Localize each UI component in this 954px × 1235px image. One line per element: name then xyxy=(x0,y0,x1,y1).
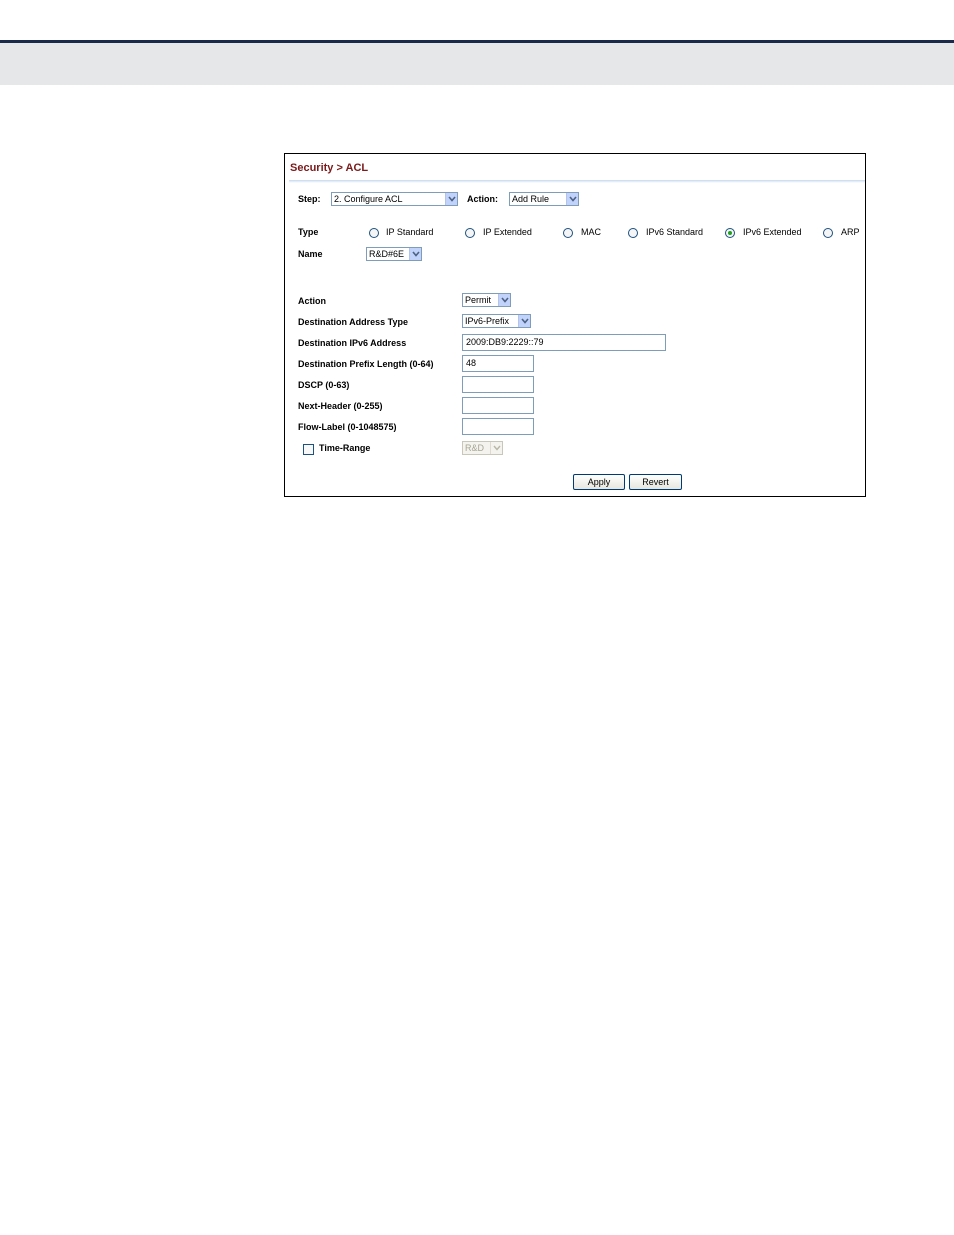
acl-panel: Security > ACL Step: 2. Configure ACL Ac… xyxy=(284,153,866,497)
step-select-value: 2. Configure ACL xyxy=(334,194,403,204)
breadcrumb-divider xyxy=(289,180,865,183)
name-select[interactable]: R&D#6E xyxy=(366,247,422,261)
dest-ipv6-address-input[interactable]: 2009:DB9:2229::79 xyxy=(462,334,666,351)
rule-action-select[interactable]: Permit xyxy=(462,293,511,307)
breadcrumb: Security > ACL xyxy=(290,162,369,174)
time-range-select[interactable]: R&D xyxy=(462,441,503,455)
flow-label-input[interactable] xyxy=(462,418,534,435)
dscp-input[interactable] xyxy=(462,376,534,393)
time-range-label: Time-Range xyxy=(319,443,371,453)
type-option-arp: ARP xyxy=(841,227,860,237)
type-radio-ip-standard[interactable] xyxy=(369,228,379,238)
header-band xyxy=(0,43,954,85)
dest-address-type-label: Destination Address Type xyxy=(298,317,409,327)
dest-prefix-length-label: Destination Prefix Length (0-64) xyxy=(298,359,434,369)
chevron-down-icon xyxy=(409,248,421,260)
dest-address-type-value: IPv6-Prefix xyxy=(465,316,510,326)
dest-ipv6-address-label: Destination IPv6 Address xyxy=(298,338,407,348)
action-select-label: Action: xyxy=(467,194,498,204)
name-label: Name xyxy=(298,249,323,259)
chevron-down-icon xyxy=(566,193,578,205)
type-option-ipv6-standard: IPv6 Standard xyxy=(646,227,704,237)
dscp-label: DSCP (0-63) xyxy=(298,380,350,390)
next-header-label: Next-Header (0-255) xyxy=(298,401,383,411)
type-option-mac: MAC xyxy=(581,227,601,237)
type-option-ip-extended: IP Extended xyxy=(483,227,532,237)
type-radio-arp[interactable] xyxy=(823,228,833,238)
action-select[interactable]: Add Rule xyxy=(509,192,579,206)
chevron-down-icon xyxy=(518,315,530,327)
chevron-down-icon xyxy=(445,193,457,205)
type-radio-mac[interactable] xyxy=(563,228,573,238)
step-select[interactable]: 2. Configure ACL xyxy=(331,192,458,206)
name-select-value: R&D#6E xyxy=(369,249,405,259)
dest-prefix-length-input[interactable]: 48 xyxy=(462,355,534,372)
type-radio-ip-extended[interactable] xyxy=(465,228,475,238)
type-option-ipv6-extended: IPv6 Extended xyxy=(743,227,802,237)
type-option-ip-standard: IP Standard xyxy=(386,227,434,237)
apply-button[interactable]: Apply xyxy=(573,474,625,490)
flow-label-label: Flow-Label (0-1048575) xyxy=(298,422,397,432)
type-radio-ipv6-extended[interactable] xyxy=(725,228,735,238)
step-label: Step: xyxy=(298,194,321,204)
action-select-value: Add Rule xyxy=(512,194,550,204)
rule-action-label: Action xyxy=(298,296,326,306)
type-radio-ipv6-standard[interactable] xyxy=(628,228,638,238)
time-range-value: R&D xyxy=(465,443,485,453)
chevron-down-icon xyxy=(490,442,502,454)
dest-address-type-select[interactable]: IPv6-Prefix xyxy=(462,314,531,328)
revert-button[interactable]: Revert xyxy=(629,474,682,490)
next-header-input[interactable] xyxy=(462,397,534,414)
rule-action-value: Permit xyxy=(465,295,492,305)
time-range-checkbox[interactable] xyxy=(303,444,314,455)
chevron-down-icon xyxy=(498,294,510,306)
type-label: Type xyxy=(298,227,319,237)
